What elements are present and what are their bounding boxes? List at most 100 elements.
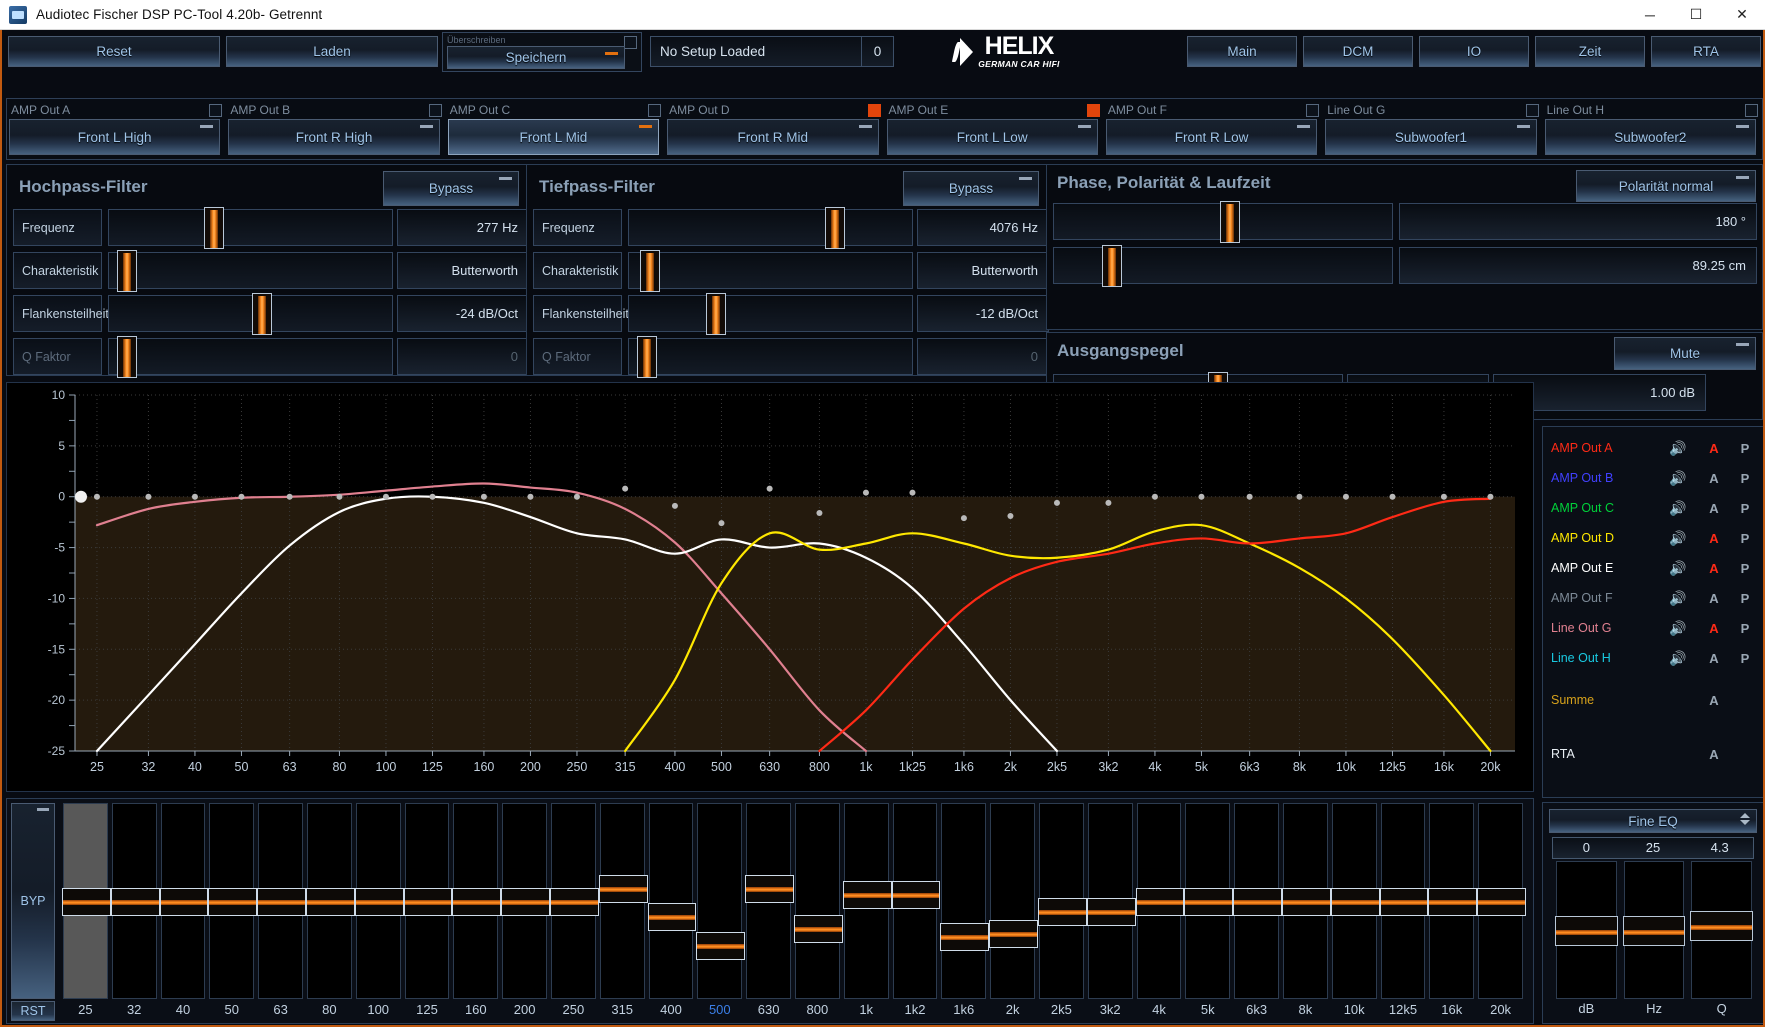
mute-button[interactable]: Mute (1614, 337, 1756, 370)
eq-band-handle-50[interactable] (208, 888, 257, 916)
eq-band-label-1k2[interactable]: 1k2 (893, 1002, 938, 1017)
channel-enable-checkbox[interactable] (1745, 104, 1758, 117)
phase-slider-0[interactable] (1053, 203, 1393, 240)
channel-button-front-l-mid[interactable]: Front L Mid (448, 119, 659, 155)
eq-band-handle-4k[interactable] (1136, 888, 1185, 916)
lowpass-slider-1[interactable] (628, 252, 913, 289)
eq-band-label-160[interactable]: 160 (453, 1002, 498, 1017)
eq-band-handle-500[interactable] (696, 932, 745, 960)
legend-label[interactable]: AMP Out D (1543, 531, 1658, 545)
legend-label[interactable]: AMP Out C (1543, 501, 1658, 515)
speaker-icon[interactable]: 🔊 (1658, 470, 1698, 487)
eq-band-handle-2k[interactable] (989, 920, 1038, 948)
eq-band-handle-2k5[interactable] (1038, 898, 1087, 926)
eq-band-1k2[interactable] (893, 803, 938, 999)
minimize-button[interactable]: ─ (1627, 0, 1673, 30)
eq-band-label-80[interactable]: 80 (307, 1002, 352, 1017)
highpass-slider-1[interactable] (108, 252, 393, 289)
legend-a-toggle[interactable]: A (1698, 531, 1730, 546)
legend-rta-a[interactable]: A (1698, 747, 1730, 762)
close-button[interactable]: ✕ (1719, 0, 1765, 30)
reset-button[interactable]: Reset (8, 36, 220, 67)
spinner-icon[interactable] (1740, 813, 1750, 825)
eq-band-handle-315[interactable] (599, 875, 648, 903)
channel-enable-checkbox[interactable] (648, 104, 661, 117)
eq-band-handle-400[interactable] (648, 903, 697, 931)
lowpass-value-3[interactable]: 0 (917, 338, 1049, 375)
eq-band-label-2k5[interactable]: 2k5 (1039, 1002, 1084, 1017)
fine-eq-slider-Q[interactable] (1691, 861, 1752, 999)
eq-band-handle-40[interactable] (160, 888, 209, 916)
eq-band-label-1k6[interactable]: 1k6 (941, 1002, 986, 1017)
phase-value-0[interactable]: 180 ° (1399, 203, 1757, 240)
eq-band-12k5[interactable] (1381, 803, 1426, 999)
eq-band-handle-800[interactable] (794, 915, 843, 943)
lowpass-slider-handle-1[interactable] (640, 250, 660, 292)
highpass-slider-handle-2[interactable] (252, 293, 272, 335)
phase-slider-1[interactable] (1053, 247, 1393, 284)
lowpass-slider-handle-3[interactable] (637, 336, 657, 378)
highpass-bypass-button[interactable]: Bypass (383, 171, 519, 206)
eq-band-2k[interactable] (990, 803, 1035, 999)
eq-band-1k[interactable] (844, 803, 889, 999)
eq-band-500[interactable] (697, 803, 742, 999)
phase-slider-handle-0[interactable] (1220, 201, 1240, 243)
channel-button-front-r-high[interactable]: Front R High (228, 119, 439, 155)
eq-bypass-button[interactable]: BYP (11, 803, 55, 999)
speaker-icon[interactable]: 🔊 (1658, 440, 1698, 457)
legend-label-summe[interactable]: Summe (1543, 693, 1658, 707)
lowpass-slider-3[interactable] (628, 338, 913, 375)
nav-tab-zeit[interactable]: Zeit (1535, 36, 1645, 67)
eq-band-50[interactable] (209, 803, 254, 999)
eq-band-400[interactable] (649, 803, 694, 999)
fine-eq-slider-handle-0[interactable] (1555, 916, 1618, 946)
channel-button-subwoofer1[interactable]: Subwoofer1 (1325, 119, 1536, 155)
channel-button-front-l-high[interactable]: Front L High (9, 119, 220, 155)
eq-band-160[interactable] (453, 803, 498, 999)
legend-a-toggle[interactable]: A (1698, 501, 1730, 516)
eq-band-6k3[interactable] (1234, 803, 1279, 999)
channel-enable-checkbox[interactable] (1526, 104, 1539, 117)
highpass-slider-handle-1[interactable] (117, 250, 137, 292)
eq-band-label-8k[interactable]: 8k (1283, 1002, 1328, 1017)
speaker-icon[interactable]: 🔊 (1658, 530, 1698, 547)
lowpass-slider-0[interactable] (628, 209, 913, 246)
fine-eq-value-0[interactable]: 0 (1553, 838, 1620, 858)
eq-band-handle-8k[interactable] (1282, 888, 1331, 916)
speaker-icon[interactable]: 🔊 (1658, 560, 1698, 577)
nav-tab-main[interactable]: Main (1187, 36, 1297, 67)
eq-band-16k[interactable] (1429, 803, 1474, 999)
legend-a-toggle[interactable]: A (1698, 441, 1730, 456)
phase-value-1[interactable]: 89.25 cm (1399, 247, 1757, 284)
eq-band-label-2k[interactable]: 2k (990, 1002, 1035, 1017)
eq-band-32[interactable] (112, 803, 157, 999)
eq-band-63[interactable] (258, 803, 303, 999)
legend-p-toggle[interactable]: P (1730, 501, 1760, 516)
phase-slider-handle-1[interactable] (1102, 245, 1122, 287)
speaker-icon[interactable]: 🔊 (1658, 590, 1698, 607)
legend-summe-a[interactable]: A (1698, 693, 1730, 708)
lowpass-value-0[interactable]: 4076 Hz (917, 209, 1049, 246)
channel-button-front-r-mid[interactable]: Front R Mid (667, 119, 878, 155)
legend-a-toggle[interactable]: A (1698, 471, 1730, 486)
fine-eq-slider-dB[interactable] (1556, 861, 1617, 999)
eq-band-label-400[interactable]: 400 (649, 1002, 694, 1017)
maximize-button[interactable]: ☐ (1673, 0, 1719, 30)
eq-band-4k[interactable] (1137, 803, 1182, 999)
fine-eq-sliders[interactable] (1556, 861, 1752, 999)
channel-button-subwoofer2[interactable]: Subwoofer2 (1545, 119, 1756, 155)
eq-band-label-63[interactable]: 63 (258, 1002, 303, 1017)
legend-label[interactable]: Line Out H (1543, 651, 1658, 665)
eq-band-label-50[interactable]: 50 (209, 1002, 254, 1017)
eq-band-handle-125[interactable] (404, 888, 453, 916)
eq-band-630[interactable] (746, 803, 791, 999)
eq-band-handle-100[interactable] (355, 888, 404, 916)
lowpass-bypass-button[interactable]: Bypass (903, 171, 1039, 206)
load-button[interactable]: Laden (226, 36, 438, 67)
legend-label[interactable]: AMP Out A (1543, 441, 1658, 455)
eq-band-handle-630[interactable] (745, 875, 794, 903)
eq-band-2k5[interactable] (1039, 803, 1084, 999)
frequency-response-graph[interactable]: 1050-5-10-15-20-252532405063801001251602… (6, 382, 1534, 792)
legend-label-rta[interactable]: RTA (1543, 747, 1658, 761)
channel-enable-checkbox[interactable] (209, 104, 222, 117)
